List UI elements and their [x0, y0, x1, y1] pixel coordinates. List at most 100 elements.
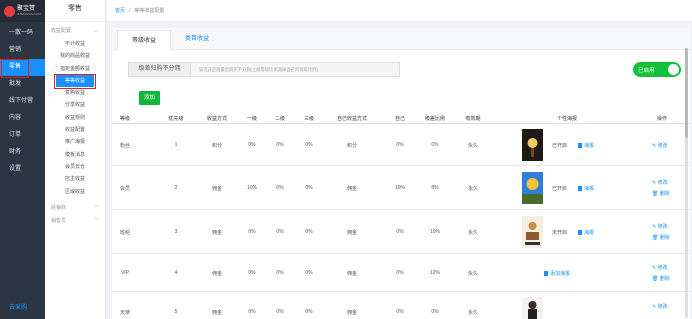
add-poster-link[interactable]: 添加海报 [544, 270, 570, 277]
nav-item-orders[interactable]: 订单 [0, 127, 45, 144]
nav-item-marketing[interactable]: 营销 [0, 42, 45, 59]
edit-button[interactable]: ✎ 修改 [652, 223, 668, 230]
subnav-item[interactable]: 收益配置 [45, 124, 105, 136]
nav-item-finance[interactable]: 财务 [0, 144, 45, 161]
tab-level-income[interactable]: 等级收益 [117, 30, 172, 50]
subnav-item[interactable]: 区域收益 [45, 186, 105, 198]
subnav-group-sales[interactable]: 销售员 ﹀ [45, 215, 105, 228]
cell-diff: 0% [431, 142, 439, 148]
poster-link[interactable]: 海报 [578, 185, 594, 192]
col-header: 级差比例 [424, 116, 446, 122]
poster-thumbnail[interactable] [522, 172, 543, 204]
nav-item-settings[interactable]: 设置 [0, 161, 45, 178]
logo[interactable]: 聚宝赞 JUBAOZAN.COM [0, 0, 45, 22]
cell-diff: 8% [431, 185, 439, 191]
diff-setting-label: 级差归购不分佣 [129, 63, 191, 76]
vertical-scrollbar[interactable] [685, 48, 688, 318]
cell-self: 10% [394, 185, 406, 191]
add-button[interactable]: 添加 [139, 91, 160, 105]
subnav-group-label: 收益配置 [51, 28, 72, 34]
table-row: 粉丝 1 积分 0% 0% 0% 积分 0% 0% 永久 已开启 海报 ✎ 修改 [112, 125, 690, 166]
edit-button[interactable]: ✎ 修改 [652, 142, 668, 149]
cell-method: 佣金 [211, 230, 223, 236]
nav-item-yisan[interactable]: 一散一码 [0, 25, 45, 42]
purchase-link[interactable]: 去采购 [9, 302, 27, 311]
cell-method: 佣金 [211, 271, 223, 277]
subnav-item[interactable]: 会员云仓 [45, 161, 105, 173]
cell-diff: 0% [431, 309, 439, 315]
subnav-group-label: 经销商 [51, 204, 67, 211]
cell-self: 0% [396, 142, 404, 148]
delete-label: 删除 [659, 235, 670, 241]
poster-thumbnail[interactable] [522, 129, 543, 161]
cell-self-method: 佣金 [346, 230, 358, 236]
subnav-group-label: 销售员 [51, 217, 67, 224]
table-header: 等级 优先级 收益方式 一级 二级 三级 自己收益方式 自己 级差比例 有效期 … [112, 112, 690, 124]
edit-label: 修改 [657, 143, 668, 149]
delete-button[interactable]: 🗑 删除 [652, 275, 670, 282]
cell-diff: 12% [429, 270, 441, 276]
image-icon [578, 186, 582, 192]
subnav-item-level-income[interactable]: 等等收益 [54, 73, 96, 90]
poster-thumbnail[interactable] [522, 216, 543, 248]
delete-button[interactable]: 🗑 删除 [652, 234, 670, 241]
poster-thumbnail[interactable] [522, 297, 543, 319]
subnav-item[interactable]: 收益规则 [45, 112, 105, 124]
cell-l1: 0% [248, 229, 256, 235]
edit-label: 修改 [657, 224, 668, 230]
poster-link-label: 海报 [584, 186, 595, 192]
subnav-item[interactable]: 店主收益 [45, 173, 105, 185]
poster-link-label: 海报 [584, 230, 595, 236]
delete-label: 删除 [659, 276, 670, 282]
cell-priority: 2 [174, 185, 178, 191]
edit-label: 修改 [657, 265, 668, 271]
nav-item-offline[interactable]: 线下付营 [0, 93, 45, 110]
delete-label: 删除 [659, 191, 670, 197]
table-row: 天使 5 佣金 0% 0% 0% 佣金 0% 0% 永久 ✎ 修改 [112, 293, 690, 319]
cell-l3: 0% [305, 185, 313, 191]
col-header: 有效期 [465, 116, 481, 122]
diff-setting-hint: 该选开启则最后购买不分佣(上级等级比例减掉自己的等级比例) [199, 66, 318, 72]
cell-l2: 0% [276, 309, 284, 315]
poster-link[interactable]: 海报 [578, 229, 594, 236]
breadcrumb-home[interactable]: 首页 [115, 7, 125, 14]
edit-button[interactable]: ✎ 修改 [652, 264, 668, 271]
subnav-item[interactable]: 推广海报 [45, 136, 105, 148]
cell-l1: 0% [248, 270, 256, 276]
poster-status: 未开启 [552, 230, 568, 236]
tab-bar: 等级收益 类目收益 [112, 28, 690, 50]
subnav-group-income[interactable]: 收益配置 ︿ [45, 25, 105, 38]
toggle-label: 已启用 [638, 67, 655, 74]
breadcrumb-current: 等等收益配置 [134, 8, 165, 14]
edit-button[interactable]: ✎ 修改 [652, 179, 668, 186]
image-icon [578, 143, 582, 149]
col-header: 操作 [656, 116, 668, 122]
cell-l2: 0% [276, 142, 284, 148]
delete-button[interactable]: 🗑 删除 [652, 190, 670, 197]
sub-nav: 零售 收益配置 ︿ 不计收益 我的商品收益 指定金额收益 等等收益 复购收益 分… [45, 0, 106, 319]
poster-link[interactable]: 海报 [578, 142, 594, 149]
cell-priority: 3 [174, 229, 178, 235]
subnav-item[interactable]: 我的商品收益 [45, 50, 105, 62]
enable-toggle[interactable]: 已启用 [633, 62, 681, 77]
subnav-item[interactable]: 分享收益 [45, 99, 105, 111]
table-row: 会员 2 佣金 10% 0% 0% 佣金 10% 8% 永久 已开启 海报 ✎ … [112, 167, 690, 210]
subnav-group-dealer[interactable]: 经销商 ﹀ [45, 202, 105, 215]
cell-priority: 5 [174, 309, 178, 315]
cell-self: 0% [396, 270, 404, 276]
nav-item-wholesale[interactable]: 批发 [0, 76, 45, 93]
subnav-item[interactable]: 不计收益 [45, 38, 105, 50]
cell-l3: 0% [305, 309, 313, 315]
tab-category-income[interactable]: 类目收益 [171, 29, 223, 49]
cell-method: 积分 [211, 143, 223, 149]
nav-item-retail[interactable]: 零售 [0, 59, 45, 78]
cell-l3: 0% [305, 142, 313, 148]
edit-button[interactable]: ✎ 修改 [652, 303, 668, 310]
breadcrumb: 首页 / 等等收益配置 [107, 0, 692, 22]
nav-item-content[interactable]: 内容 [0, 110, 45, 127]
cell-l1: 0% [248, 142, 256, 148]
cell-l1: 0% [248, 309, 256, 315]
subnav-item[interactable]: 复购收益 [45, 87, 105, 99]
chevron-down-icon: ﹀ [93, 217, 99, 224]
subnav-item[interactable]: 模板消息 [45, 149, 105, 161]
